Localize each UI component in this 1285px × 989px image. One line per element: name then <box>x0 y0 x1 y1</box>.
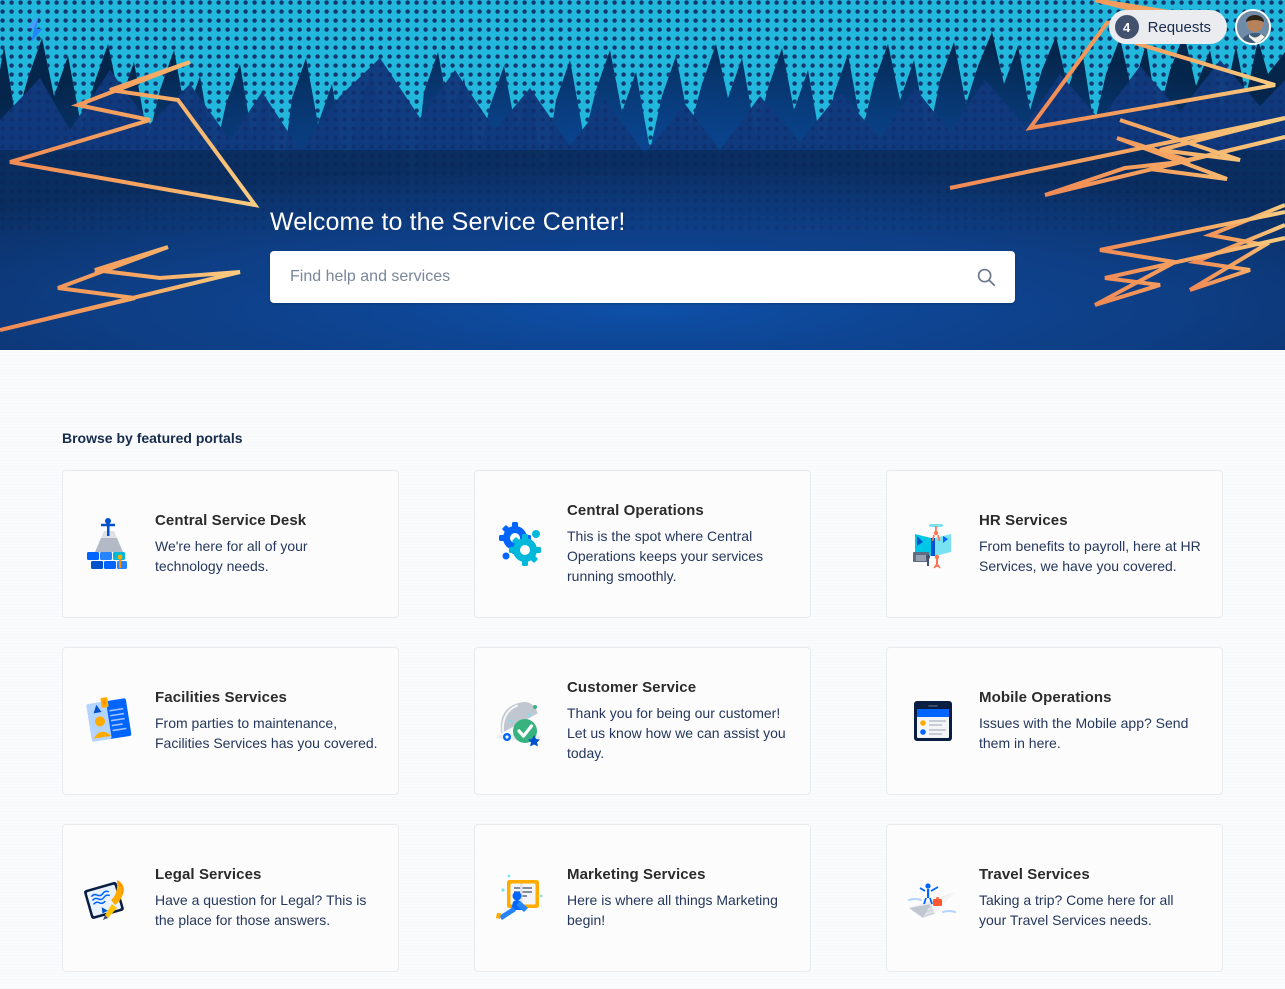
portal-card-body: Customer Service Thank you for being our… <box>567 679 790 763</box>
portal-title: Mobile Operations <box>979 688 1112 706</box>
portal-card-mobile-operations[interactable]: Mobile Operations Issues with the Mobile… <box>886 647 1223 795</box>
portal-description: Here is where all things Marketing begin… <box>567 891 778 928</box>
lightning-bolt-logo-icon[interactable] <box>20 14 50 44</box>
legal-tablet-pen-icon <box>77 866 141 930</box>
portal-description: Taking a trip? Come here for all your Tr… <box>979 891 1174 928</box>
marketing-board-icon <box>489 866 553 930</box>
portal-description: From benefits to payroll, here at HR Ser… <box>979 537 1201 574</box>
portal-title: Travel Services <box>979 865 1090 883</box>
portal-card-central-service-desk[interactable]: Central Service Desk We're here for all … <box>62 470 399 618</box>
search-icon[interactable] <box>975 266 997 288</box>
portal-description: Thank you for being our customer! Let us… <box>567 704 786 761</box>
portal-card-customer-service[interactable]: Customer Service Thank you for being our… <box>474 647 811 795</box>
search-box[interactable] <box>270 251 1015 303</box>
portal-card-facilities-services[interactable]: Facilities Services From parties to main… <box>62 647 399 795</box>
portal-card-hr-services[interactable]: HR Services From benefits to payroll, he… <box>886 470 1223 618</box>
requests-count-badge: 4 <box>1114 15 1139 39</box>
portal-description: Have a question for Legal? This is the p… <box>155 891 367 928</box>
hero-banner: 4 Requests Welcome to the Service Center… <box>0 0 1285 350</box>
portal-title: Facilities Services <box>155 688 287 706</box>
portal-description: From parties to maintenance, Facilities … <box>155 714 378 751</box>
portal-card-body: Central Operations This is the spot wher… <box>567 502 790 586</box>
portal-description: Issues with the Mobile app? Send them in… <box>979 714 1189 751</box>
main-content: Browse by featured portals Central Servi… <box>0 350 1285 989</box>
requests-button[interactable]: 4 Requests <box>1108 10 1227 44</box>
portal-card-marketing-services[interactable]: Marketing Services Here is where all thi… <box>474 824 811 972</box>
portals-grid: Central Service Desk We're here for all … <box>62 470 1223 972</box>
portal-card-body: Central Service Desk We're here for all … <box>155 512 378 576</box>
service-dome-check-icon <box>489 689 553 753</box>
portal-description: This is the spot where Central Operation… <box>567 527 764 584</box>
portal-card-body: Marketing Services Here is where all thi… <box>567 866 790 930</box>
portal-card-legal-services[interactable]: Legal Services Have a question for Legal… <box>62 824 399 972</box>
portal-card-body: Mobile Operations Issues with the Mobile… <box>979 689 1202 753</box>
service-desk-blocks-icon <box>77 512 141 576</box>
avatar-image <box>1237 11 1269 43</box>
page-title: Welcome to the Service Center! <box>270 208 626 236</box>
portal-title: Central Operations <box>567 501 704 519</box>
portal-card-body: Legal Services Have a question for Legal… <box>155 866 378 930</box>
gears-icon <box>489 512 553 576</box>
portal-card-travel-services[interactable]: Travel Services Taking a trip? Come here… <box>886 824 1223 972</box>
avatar[interactable] <box>1235 9 1271 45</box>
portal-title: Central Service Desk <box>155 511 307 529</box>
portal-title: HR Services <box>979 511 1068 529</box>
search-input[interactable] <box>270 251 1015 303</box>
portal-card-body: Travel Services Taking a trip? Come here… <box>979 866 1202 930</box>
portal-card-central-operations[interactable]: Central Operations This is the spot wher… <box>474 470 811 618</box>
hr-people-panels-icon <box>901 512 965 576</box>
mobile-device-icon <box>901 689 965 753</box>
portal-title: Customer Service <box>567 678 697 696</box>
portal-card-body: Facilities Services From parties to main… <box>155 689 378 753</box>
portal-title: Legal Services <box>155 865 262 883</box>
header-actions: 4 Requests <box>1108 9 1271 45</box>
hero-content: Welcome to the Service Center! <box>270 208 1015 303</box>
portal-title: Marketing Services <box>567 865 706 883</box>
portal-card-body: HR Services From benefits to payroll, he… <box>979 512 1202 576</box>
portal-description: We're here for all of your technology ne… <box>155 537 308 574</box>
section-title: Browse by featured portals <box>62 430 243 446</box>
travel-paper-plane-icon <box>901 866 965 930</box>
facilities-badge-icon <box>77 689 141 753</box>
requests-label: Requests <box>1147 18 1211 36</box>
